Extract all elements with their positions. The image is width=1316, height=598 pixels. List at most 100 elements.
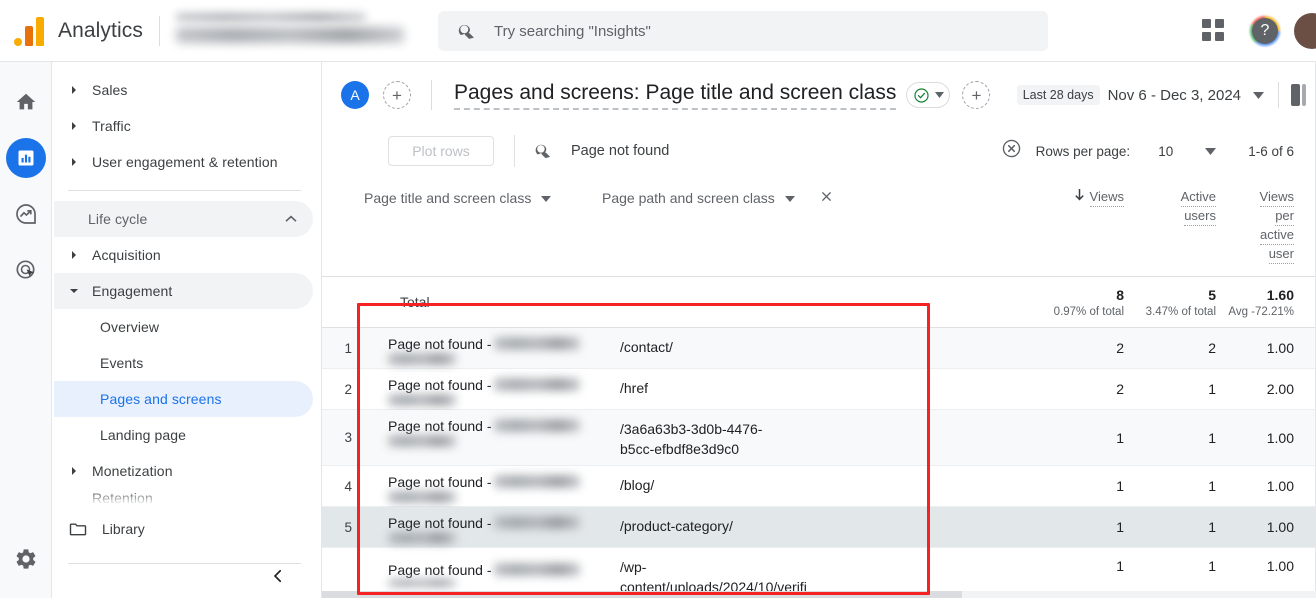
total-views: 8 0.97% of total — [1014, 287, 1124, 318]
sidebar-item-label: Landing page — [100, 427, 187, 443]
date-range-text[interactable]: Nov 6 - Dec 3, 2024 — [1108, 87, 1241, 104]
page-title[interactable]: Pages and screens: Page title and screen… — [454, 81, 897, 110]
brand-divider — [158, 15, 160, 46]
row-index: 2 — [344, 381, 352, 397]
rail-item-settings[interactable] — [14, 547, 38, 576]
toolbar-divider — [514, 135, 515, 167]
row-page-title[interactable]: Page not found - — [364, 369, 602, 409]
analytics-app: Analytics ? — [0, 0, 1316, 598]
bar-chart-icon — [18, 150, 33, 166]
table-row[interactable]: 5 Page not found - /product-category/ 1 … — [322, 507, 1316, 548]
sidebar-item-overview[interactable]: Overview — [54, 309, 313, 345]
avatar[interactable] — [1294, 13, 1316, 49]
sidebar-item-retention[interactable]: Retention — [52, 489, 321, 511]
column-header-active-users[interactable]: Active users — [1124, 188, 1216, 264]
plot-rows-button[interactable]: Plot rows — [388, 136, 494, 166]
metric-label-line2: per — [1275, 207, 1294, 226]
grid-apps-icon[interactable] — [1202, 19, 1226, 43]
table-search[interactable] — [533, 141, 997, 161]
metric-label-line4: user — [1268, 245, 1294, 264]
rail-item-explore[interactable] — [6, 194, 46, 234]
table-row[interactable]: 1 Page not found - /contact/ 2 2 1.00 — [322, 328, 1316, 369]
column-header-page-title[interactable]: Page title and screen class — [364, 176, 602, 276]
clear-search-button[interactable] — [1001, 138, 1022, 164]
scrollbar-thumb[interactable] — [322, 591, 962, 598]
global-search-input[interactable] — [494, 22, 974, 40]
check-circle-icon — [914, 87, 930, 103]
account-property-selector[interactable] — [175, 11, 412, 51]
rail-item-home[interactable] — [6, 82, 46, 122]
sidebar-item-label: Pages and screens — [100, 391, 222, 407]
total-sub: 0.97% of total — [1053, 305, 1124, 318]
table-search-input[interactable] — [571, 143, 951, 159]
sidebar-item-events[interactable]: Events — [54, 345, 313, 381]
search-icon — [458, 24, 474, 39]
rows-per-page-value[interactable]: 10 — [1158, 144, 1173, 159]
add-segment-button[interactable]: + — [383, 81, 411, 109]
rows-per-page-control: Rows per page: 10 — [1036, 142, 1217, 160]
redacted-title-part1 — [494, 475, 580, 488]
chevron-right-icon — [66, 122, 82, 130]
sidebar-item-library[interactable]: Library — [52, 511, 321, 547]
sidebar-item-engagement[interactable]: Engagement — [54, 273, 313, 309]
analytics-logo-icon — [14, 16, 44, 46]
row-metrics: 2 1 2.00 — [1014, 369, 1294, 409]
row-views-per-user: 1.00 — [1266, 558, 1294, 574]
row-page-title[interactable]: Page not found - — [364, 507, 602, 547]
metric-label-line2: users — [1184, 207, 1216, 226]
column-header-views-per-active-user[interactable]: Views per active user — [1216, 188, 1294, 264]
column-header-label: Page path and screen class — [602, 190, 775, 206]
sidebar-item-label: Sales — [92, 82, 128, 98]
segment-avatar[interactable]: A — [341, 81, 369, 109]
rail-item-reports[interactable] — [5, 138, 46, 178]
row-active-users: 1 — [1208, 558, 1216, 574]
date-range-caret[interactable] — [1253, 86, 1264, 104]
row-views: 2 — [1116, 340, 1124, 356]
redacted-title-part1 — [494, 378, 580, 391]
sidebar-item-pages-and-screens[interactable]: Pages and screens — [54, 381, 313, 417]
clear-circle-icon — [1002, 139, 1020, 158]
navigation-sidebar: Sales Traffic User engagement & retentio… — [52, 62, 322, 598]
sidebar-item-landing-page[interactable]: Landing page — [54, 417, 313, 453]
sidebar-item-traffic[interactable]: Traffic — [54, 108, 313, 144]
share-compare-icon[interactable] — [1291, 84, 1306, 106]
chevron-right-icon — [66, 467, 82, 475]
row-page-path[interactable]: /3a6a63b3-3d0b-4476-b5cc-efbdf8e3d9c0 — [602, 410, 792, 465]
sidebar-item-acquisition[interactable]: Acquisition — [54, 237, 313, 273]
sidebar-item-label: Events — [100, 355, 144, 371]
rows-per-page-caret[interactable] — [1205, 142, 1217, 160]
sidebar-collapse-button[interactable] — [269, 567, 287, 590]
redacted-title-part2 — [388, 353, 456, 365]
redacted-title-part2 — [388, 394, 456, 406]
row-metrics: 1 1 1.00 — [1014, 507, 1294, 547]
sidebar-group-life-cycle[interactable]: Life cycle — [54, 201, 313, 237]
arrow-down-icon — [1074, 189, 1084, 201]
report-status-chip[interactable] — [906, 82, 951, 108]
sidebar-item-monetization[interactable]: Monetization — [54, 453, 313, 489]
row-page-title[interactable]: Page not found - — [364, 466, 602, 506]
row-page-title[interactable]: Page not found - — [364, 328, 602, 368]
sidebar-item-user-engagement-retention[interactable]: User engagement & retention — [54, 144, 313, 180]
sidebar-item-sales[interactable]: Sales — [54, 72, 313, 108]
report-table: Page title and screen class Page path an… — [322, 176, 1316, 598]
row-page-title[interactable]: Page not found - — [364, 410, 602, 465]
top-bar: Analytics ? — [0, 0, 1316, 62]
table-row[interactable]: 2 Page not found - /href 2 1 2.00 — [322, 369, 1316, 410]
column-header-page-path[interactable]: Page path and screen class — [602, 176, 852, 276]
remove-column-button[interactable] — [819, 189, 834, 207]
horizontal-scrollbar[interactable] — [322, 591, 1316, 598]
row-metrics: 1 1 1.00 — [1014, 410, 1294, 465]
table-row[interactable]: 4 Page not found - /blog/ 1 1 1.00 — [322, 466, 1316, 507]
report-header: A + Pages and screens: Page title and sc… — [322, 62, 1316, 128]
add-comparison-button[interactable]: + — [962, 81, 991, 109]
metric-label: Views — [1089, 188, 1124, 207]
icon-rail — [0, 62, 52, 598]
column-header-views[interactable]: Views — [1014, 188, 1124, 264]
global-search[interactable] — [438, 11, 1048, 51]
row-index: 3 — [344, 430, 352, 445]
table-row[interactable]: 3 Page not found - /3a6a63b3-3d0b-4476-b… — [322, 410, 1316, 466]
help-question-icon[interactable]: ? — [1250, 16, 1280, 46]
date-preset-badge[interactable]: Last 28 days — [1016, 85, 1100, 105]
rail-item-advertising[interactable] — [6, 250, 46, 290]
sidebar-item-label: Acquisition — [92, 247, 161, 263]
